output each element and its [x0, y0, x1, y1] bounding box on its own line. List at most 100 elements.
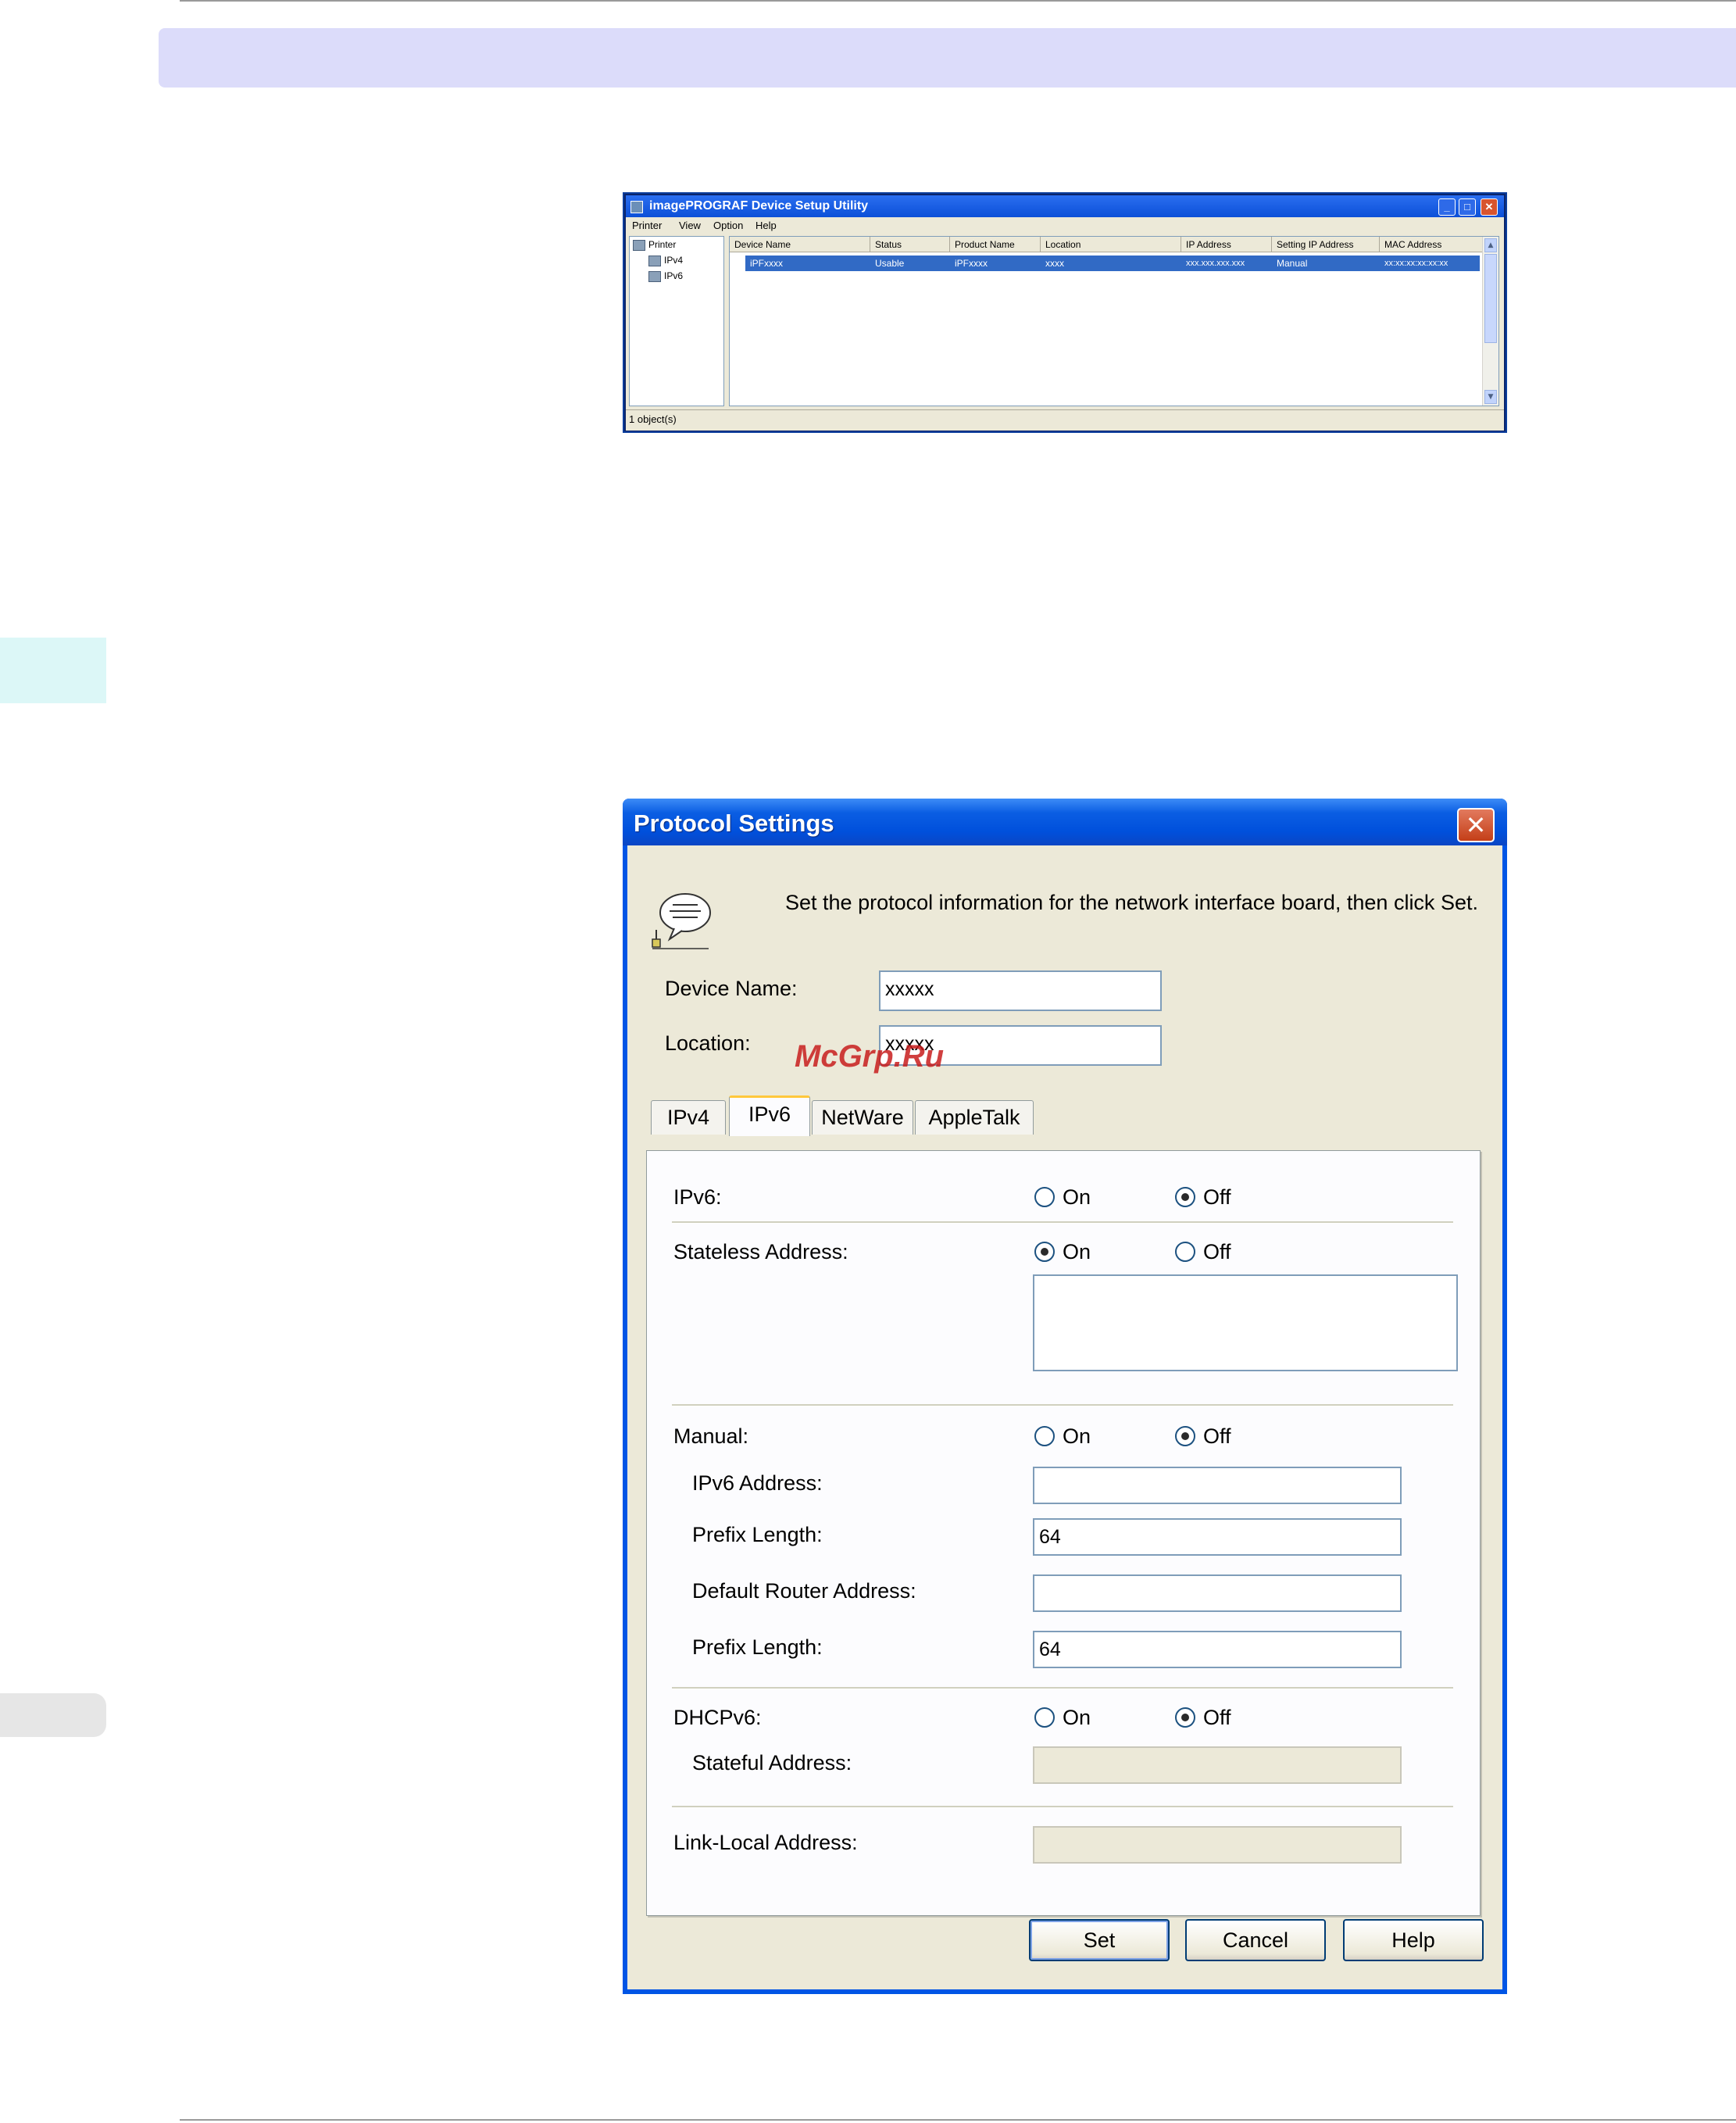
set-button[interactable]: Set [1029, 1919, 1170, 1961]
watermark: McGrp.Ru [795, 1039, 945, 1074]
scroll-thumb[interactable] [1484, 254, 1497, 343]
stateful-address-field [1033, 1746, 1402, 1784]
window-titlebar: imagePROGRAF Device Setup Utility _ □ ✕ [626, 195, 1504, 217]
cell-mac-address: xx:xx:xx:xx:xx:xx [1384, 259, 1448, 268]
stateful-address-label: Stateful Address: [692, 1751, 852, 1775]
dialog-title: Protocol Settings [634, 810, 834, 837]
dhcpv6-label: DHCPv6: [673, 1706, 762, 1729]
tree-node-printer[interactable]: Printer [633, 239, 676, 251]
cell-status: Usable [875, 258, 905, 269]
tab-ipv6[interactable]: IPv6 [729, 1095, 810, 1136]
menu-view[interactable]: View [679, 220, 701, 231]
status-bar: 1 object(s) [626, 409, 1504, 431]
column-header-mac-address[interactable]: MAC Address [1380, 237, 1483, 252]
ipv6-on-radio[interactable] [1034, 1187, 1055, 1207]
window-title: imagePROGRAF Device Setup Utility [649, 199, 869, 213]
vertical-scrollbar[interactable]: ▲ ▼ [1482, 237, 1498, 406]
tree-node-ipv4[interactable]: IPv4 [648, 255, 683, 266]
minimize-button[interactable]: _ [1438, 198, 1456, 216]
divider [672, 1404, 1453, 1406]
prefix-length-field[interactable]: 64 [1033, 1518, 1402, 1556]
default-router-address-label: Default Router Address: [692, 1579, 916, 1603]
instruction-text: Set the protocol information for the net… [785, 891, 1478, 914]
manual-on-radio[interactable] [1034, 1426, 1055, 1446]
printer-icon [648, 270, 661, 282]
stateless-on-label: On [1063, 1240, 1091, 1263]
link-local-address-field [1033, 1826, 1402, 1864]
device-name-field[interactable]: xxxxx [879, 970, 1162, 1011]
device-name-label: Device Name: [665, 977, 798, 1000]
cell-setting-ip-address: Manual [1277, 258, 1308, 269]
ipv6-label: IPv6: [673, 1185, 722, 1209]
help-button[interactable]: Help [1343, 1919, 1484, 1961]
tab-appletalk[interactable]: AppleTalk [915, 1100, 1034, 1135]
manual-off-label: Off [1203, 1424, 1231, 1448]
dialog-body: Set the protocol information for the net… [627, 845, 1502, 1989]
column-header-location[interactable]: Location [1041, 237, 1181, 252]
manual-label: Manual: [673, 1424, 749, 1448]
menu-option[interactable]: Option [713, 220, 743, 231]
bottom-rule [180, 2119, 1736, 2121]
menu-bar: Printer View Option Help [626, 217, 1504, 234]
tab-ipv4[interactable]: IPv4 [651, 1100, 726, 1135]
cell-device-name: iPFxxxx [750, 258, 783, 269]
device-setup-window: imagePROGRAF Device Setup Utility _ □ ✕ … [623, 192, 1507, 433]
default-router-address-field[interactable] [1033, 1574, 1402, 1612]
ipv6-off-label: Off [1203, 1185, 1231, 1209]
protocol-settings-dialog: Protocol Settings ✕ Set the protocol inf… [623, 799, 1507, 1994]
ipv6-off-radio[interactable] [1175, 1187, 1195, 1207]
dhcpv6-off-radio[interactable] [1175, 1707, 1195, 1728]
column-header-status[interactable]: Status [870, 237, 950, 252]
ipv6-address-field[interactable] [1033, 1467, 1402, 1504]
dialog-titlebar: Protocol Settings ✕ [623, 799, 1507, 845]
index-side-tab [0, 1693, 106, 1737]
scroll-up-icon[interactable]: ▲ [1484, 238, 1497, 252]
location-label: Location: [665, 1031, 751, 1055]
printer-icon [633, 239, 645, 251]
chapter-side-tab [0, 638, 106, 703]
printer-icon [648, 255, 661, 266]
printer-tree: Printer IPv4 IPv6 [629, 236, 724, 406]
divider [672, 1221, 1453, 1224]
prefix-length-label: Prefix Length: [692, 1523, 823, 1546]
maximize-button[interactable]: □ [1459, 198, 1476, 216]
router-prefix-length-label: Prefix Length: [692, 1635, 823, 1659]
column-header-ip-address[interactable]: IP Address [1181, 237, 1272, 252]
link-local-address-label: Link-Local Address: [673, 1831, 858, 1854]
dhcpv6-off-label: Off [1203, 1706, 1231, 1729]
top-rule [180, 0, 1736, 2]
stateless-address-label: Stateless Address: [673, 1240, 848, 1263]
menu-help[interactable]: Help [755, 220, 777, 231]
divider [672, 1806, 1453, 1808]
manual-on-label: On [1063, 1424, 1091, 1448]
tree-node-ipv6[interactable]: IPv6 [648, 270, 683, 282]
table-row[interactable]: iPFxxxx Usable iPFxxxx xxxx xxx.xxx.xxx.… [745, 256, 1480, 271]
tab-netware[interactable]: NetWare [812, 1100, 913, 1135]
stateless-off-label: Off [1203, 1240, 1231, 1263]
cancel-button[interactable]: Cancel [1185, 1919, 1326, 1961]
status-text: 1 object(s) [629, 413, 677, 425]
close-button[interactable]: ✕ [1481, 198, 1498, 216]
info-balloon-icon [652, 893, 711, 949]
stateless-off-radio[interactable] [1175, 1242, 1195, 1262]
ipv6-address-label: IPv6 Address: [692, 1471, 823, 1495]
dialog-close-button[interactable]: ✕ [1457, 808, 1495, 842]
cell-product-name: iPFxxxx [955, 258, 988, 269]
dhcpv6-on-label: On [1063, 1706, 1091, 1729]
router-prefix-length-field[interactable]: 64 [1033, 1631, 1402, 1668]
column-header-product-name[interactable]: Product Name [950, 237, 1041, 252]
column-header-device-name[interactable]: Device Name [730, 237, 870, 252]
close-icon: ✕ [1465, 810, 1487, 840]
dhcpv6-on-radio[interactable] [1034, 1707, 1055, 1728]
section-heading-band [159, 28, 1736, 88]
scroll-down-icon[interactable]: ▼ [1484, 390, 1497, 404]
stateless-on-radio[interactable] [1034, 1242, 1055, 1262]
ipv6-tab-panel: IPv6: On Off Stateless Address: On Off M… [646, 1150, 1481, 1916]
device-list: Device Name Status Product Name Location… [729, 236, 1499, 406]
manual-off-radio[interactable] [1175, 1426, 1195, 1446]
window-body: Printer IPv4 IPv6 Device Name Status Pro… [626, 234, 1504, 409]
cell-location: xxxx [1045, 258, 1064, 269]
column-header-setting-ip-address[interactable]: Setting IP Address [1272, 237, 1380, 252]
menu-printer[interactable]: Printer [632, 220, 662, 231]
stateless-address-list[interactable] [1033, 1274, 1458, 1371]
